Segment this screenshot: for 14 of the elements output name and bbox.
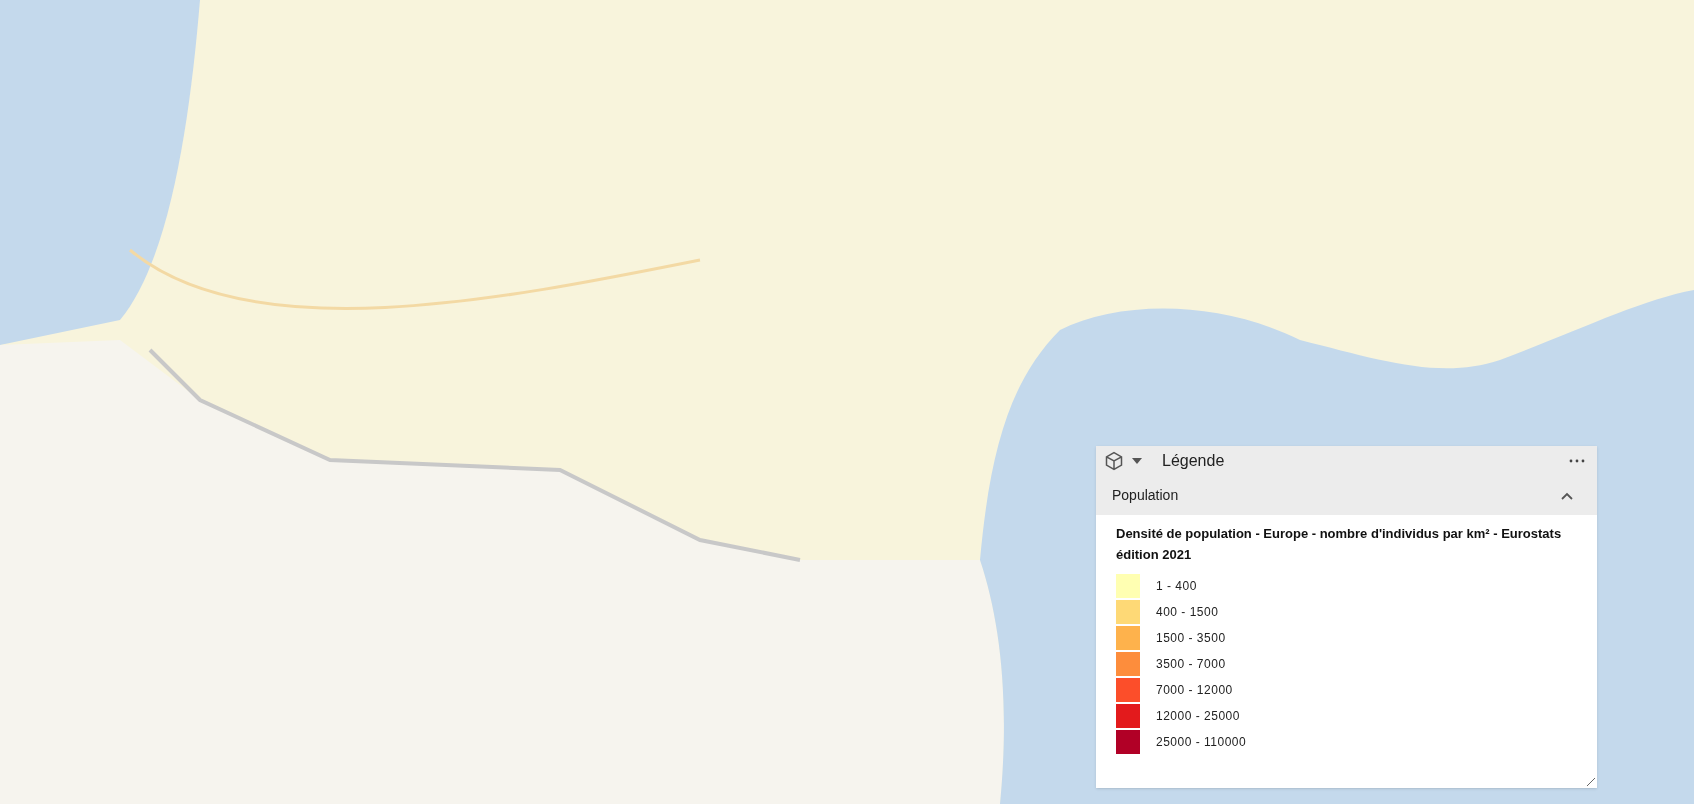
legend-title: Légende [1162, 451, 1225, 471]
class-label: 400 - 1500 [1156, 604, 1219, 621]
class-label: 12000 - 25000 [1156, 708, 1240, 725]
section-header[interactable]: Population [1096, 476, 1597, 515]
class-label: 3500 - 7000 [1156, 656, 1226, 673]
resize-handle-icon[interactable] [1587, 778, 1595, 786]
caret-icon[interactable] [1132, 458, 1142, 464]
more-icon[interactable] [1569, 459, 1585, 463]
legend-heading: Densité de population - Europe - nombre d'individus par km² - Eurostats édition 2021 [1116, 525, 1563, 564]
class-label: 7000 - 12000 [1156, 682, 1233, 699]
class-label: 25000 - 110000 [1156, 734, 1247, 751]
class-label: 1500 - 3500 [1156, 630, 1226, 647]
cube-icon[interactable] [1104, 451, 1124, 471]
class-label: 1 - 400 [1156, 578, 1197, 595]
